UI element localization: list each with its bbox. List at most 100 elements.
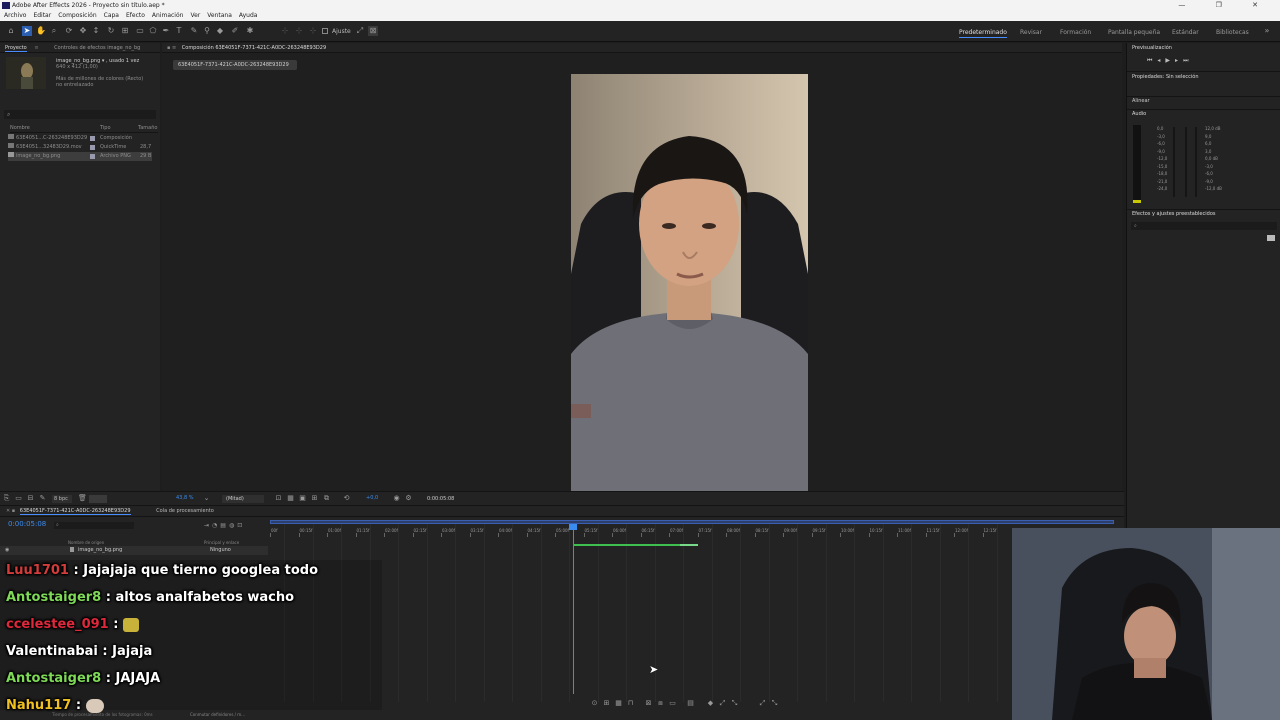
snap-checkbox[interactable]	[322, 28, 328, 34]
layer-name[interactable]: image_no_bg.png	[78, 547, 122, 553]
frame-blend-icon[interactable]: ▤	[220, 522, 229, 529]
composition-title[interactable]: Composición 63E4051F-7371-421C-A0DC-2632…	[182, 45, 326, 51]
puppet-pin-icon[interactable]: ✱	[245, 26, 255, 36]
guides-icon[interactable]: ⊞	[310, 494, 319, 503]
exposure-value[interactable]: +0,0	[366, 495, 378, 501]
menu-composicion[interactable]: Composición	[58, 11, 96, 21]
menu-archivo[interactable]: Archivo	[4, 11, 26, 21]
channel-icon[interactable]: ⧉	[322, 494, 331, 503]
tab-timeline-comp[interactable]: 63E4051F-7371-421C-A0DC-263248E93D29	[19, 508, 131, 515]
layout-icon[interactable]: ▤	[686, 699, 695, 708]
current-time[interactable]: 0:00:05:08	[8, 520, 46, 528]
play-icon[interactable]: ▶	[1165, 57, 1175, 64]
axis-local-icon[interactable]: ⊹	[280, 26, 290, 36]
column-source-name[interactable]: Nombre de origen	[68, 540, 104, 545]
pen-icon[interactable]: ✎	[38, 494, 47, 503]
list-item[interactable]: 63E4051...C-263248E93D29 Composición	[8, 134, 158, 143]
text-tool-icon[interactable]: T	[174, 26, 184, 36]
zoom-fit-icon[interactable]: ⊠	[644, 699, 653, 708]
visibility-eye-icon[interactable]: ◉	[5, 547, 9, 553]
minimize-button[interactable]: —	[1178, 1, 1199, 9]
menu-ventana[interactable]: Ventana	[207, 11, 232, 21]
list-item[interactable]: image_no_bg.png Archivo PNG 29 B	[8, 152, 152, 161]
effects-presets-title[interactable]: Efectos y ajustes preestablecidos	[1127, 209, 1280, 218]
region-icon[interactable]: ⊡	[274, 494, 283, 503]
project-search-input[interactable]: ⌕	[4, 110, 156, 119]
next-frame-icon[interactable]: ▸	[1175, 57, 1183, 64]
ease-icon[interactable]: ⤢	[718, 699, 727, 708]
flowchart-icon[interactable]: ⎘	[2, 494, 11, 503]
workspace-overflow-icon[interactable]: »	[1262, 26, 1272, 36]
menu-efecto[interactable]: Efecto	[126, 11, 145, 21]
first-frame-icon[interactable]: ⏮	[1147, 57, 1157, 64]
panel-icon[interactable]: ▭	[668, 699, 677, 708]
keyframe-icon[interactable]: ◆	[706, 699, 715, 708]
transparency-grid-icon[interactable]: ▦	[286, 494, 295, 503]
bpc-button[interactable]: 8 bpc	[52, 495, 72, 503]
audio-slider-left[interactable]	[1173, 127, 1175, 197]
video-frame[interactable]	[571, 74, 808, 491]
home-icon[interactable]: ⌂	[6, 26, 16, 36]
lock-icon[interactable]: ⊓	[626, 699, 635, 708]
ease-in-icon[interactable]: ⤡	[730, 699, 739, 708]
render-icon[interactable]: ⊞	[602, 699, 611, 708]
playhead-handle[interactable]	[569, 524, 577, 530]
preview-title[interactable]: Previsualización	[1132, 45, 1172, 51]
workspace-estandar[interactable]: Estándar	[1172, 29, 1199, 36]
mask-icon[interactable]: ▣	[298, 494, 307, 503]
menu-animacion[interactable]: Animación	[152, 11, 184, 21]
rotate-tool-icon[interactable]: ↻	[106, 26, 116, 36]
composition-tab[interactable]: 63E4051F-7371-421C-A0DC-263248E93D29	[173, 60, 297, 70]
tab-render-queue[interactable]: Cola de procesamiento	[156, 508, 214, 514]
resolution-select[interactable]: (Mitad)	[222, 495, 264, 503]
table-row[interactable]: ◉ image_no_bg.png Ninguno	[0, 546, 268, 555]
preview-range-icon[interactable]: ⊙	[590, 699, 599, 708]
menu-editar[interactable]: Editar	[33, 11, 51, 21]
axis-view-icon[interactable]: ⊹	[308, 26, 318, 36]
audio-slider-master[interactable]	[1195, 127, 1197, 197]
properties-title[interactable]: Propiedades: Sin selección	[1127, 71, 1280, 81]
dolly-tool-icon[interactable]: ↕	[91, 26, 101, 36]
new-preset-icon[interactable]	[1267, 235, 1275, 241]
easy-ease-icon[interactable]: ⤡	[770, 699, 779, 708]
maximize-button[interactable]: ❐	[1216, 1, 1236, 9]
column-parent[interactable]: Principal y enlace	[204, 540, 239, 545]
pan-tool-icon[interactable]: ✥	[78, 26, 88, 36]
ease-out-icon[interactable]: ⤢	[758, 699, 767, 708]
hand-tool-icon[interactable]: ✋	[36, 26, 46, 36]
menu-ver[interactable]: Ver	[190, 11, 200, 21]
zoom-tool-icon[interactable]: ⌕	[49, 26, 59, 36]
list-item[interactable]: 63E4051...32483D29.mov QuickTime 28,7	[8, 143, 158, 152]
selection-tool-icon[interactable]: ➤	[22, 26, 32, 36]
audio-slider-right[interactable]	[1185, 127, 1187, 197]
orbit-tool-icon[interactable]: ⟳	[64, 26, 74, 36]
comp-flowchart-icon[interactable]: ⇥	[204, 522, 212, 529]
column-tipo[interactable]: Tipo	[100, 125, 111, 131]
menu-capa[interactable]: Capa	[104, 11, 119, 21]
pen-tool-icon[interactable]: ✒	[161, 26, 171, 36]
roto-brush-icon[interactable]: ✐	[230, 26, 240, 36]
audio-title[interactable]: Audio	[1127, 109, 1280, 118]
graph-editor-icon[interactable]: ⊡	[237, 522, 245, 529]
shape-tool-icon[interactable]: ⬠	[148, 26, 158, 36]
motion-blur-icon[interactable]: ◍	[229, 522, 237, 529]
show-snapshot-icon[interactable]: ⚙	[404, 494, 413, 503]
zoom-level[interactable]: 43,8 %	[176, 495, 193, 501]
reset-exposure-icon[interactable]: ⟲	[342, 494, 351, 503]
new-comp-icon[interactable]: ⊟	[26, 494, 35, 503]
eraser-tool-icon[interactable]: ◆	[215, 26, 225, 36]
last-frame-icon[interactable]: ⏭	[1183, 57, 1193, 64]
snap-grid-icon[interactable]: ⊠	[368, 26, 378, 36]
folder-icon[interactable]: ▭	[14, 494, 23, 503]
snap-options-icon[interactable]: ⤢	[355, 26, 365, 36]
playhead[interactable]	[573, 524, 574, 694]
close-button[interactable]: ✕	[1252, 1, 1272, 9]
chevron-down-icon[interactable]: ⌄	[202, 494, 211, 503]
trash-icon[interactable]: 🗑	[78, 494, 87, 503]
timeline-search-input[interactable]: ⌕	[54, 522, 134, 529]
column-tamano[interactable]: Tamaño	[138, 125, 157, 131]
workspace-pantalla-pequena[interactable]: Pantalla pequeña	[1108, 29, 1160, 36]
workspace-revisar[interactable]: Revisar	[1020, 29, 1042, 36]
viewer-timecode[interactable]: 0:00:05:08	[427, 496, 454, 502]
column-nombre[interactable]: Nombre	[10, 125, 30, 131]
